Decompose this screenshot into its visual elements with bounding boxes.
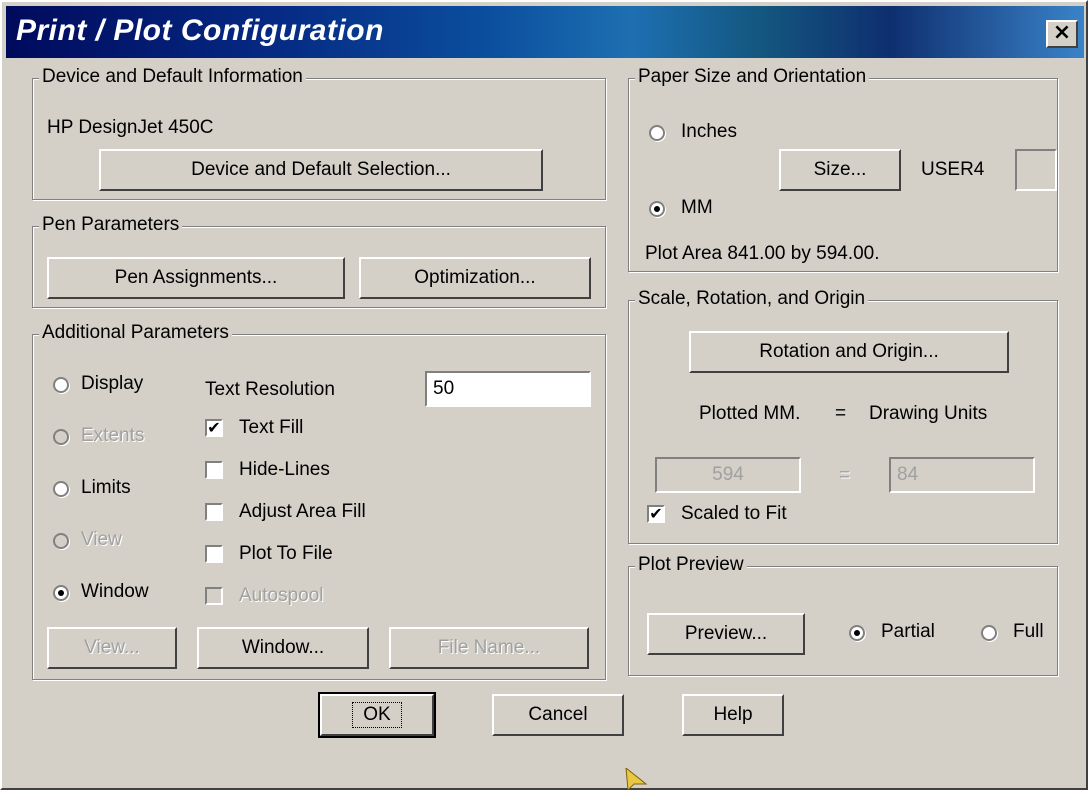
device-group-label: Device and Default Information	[39, 66, 306, 88]
paper-group-label: Paper Size and Orientation	[635, 66, 870, 88]
drawing-units-input	[889, 457, 1035, 493]
checkbox-plot-to-file[interactable]	[205, 545, 223, 563]
radio-dot-icon	[654, 206, 660, 212]
checkbox-scaled-to-fit[interactable]: ✔	[647, 505, 665, 523]
text-resolution-input[interactable]	[425, 371, 591, 407]
view-button: View...	[47, 627, 177, 669]
checkbox-scaled-to-fit-label: Scaled to Fit	[681, 503, 787, 524]
checkbox-hide-lines[interactable]	[205, 461, 223, 479]
radio-display-label: Display	[81, 373, 144, 394]
print-plot-dialog: Print / Plot Configuration × Device and …	[0, 0, 1088, 790]
radio-mm-label: MM	[681, 197, 713, 218]
plot-area-text: Plot Area 841.00 by 594.00.	[645, 243, 880, 264]
scale-group: Scale, Rotation, and Origin Rotation and…	[628, 288, 1058, 544]
close-button[interactable]: ×	[1046, 20, 1078, 48]
checkbox-hide-lines-label: Hide-Lines	[239, 459, 330, 480]
help-button-label: Help	[713, 704, 753, 725]
window-button-label: Window...	[241, 637, 325, 658]
checkbox-plot-to-file-label: Plot To File	[239, 543, 333, 564]
radio-view	[53, 533, 69, 549]
optimization-button-label: Optimization...	[414, 267, 536, 288]
radio-full-label: Full	[1013, 621, 1044, 642]
paper-size-name: USER4	[921, 159, 985, 180]
radio-limits[interactable]	[53, 481, 69, 497]
device-selection-button[interactable]: Device and Default Selection...	[99, 149, 543, 191]
device-name: HP DesignJet 450C	[47, 117, 214, 138]
radio-window[interactable]	[53, 585, 69, 601]
checkbox-text-fill[interactable]: ✔	[205, 419, 223, 437]
scale-equals-sign: =	[839, 465, 851, 486]
preview-button-label: Preview...	[684, 623, 768, 644]
check-mark-icon: ✔	[207, 418, 221, 437]
cancel-button-label: Cancel	[528, 704, 588, 725]
text-resolution-label: Text Resolution	[205, 379, 335, 400]
size-button-label: Size...	[813, 159, 867, 180]
pen-assignments-button[interactable]: Pen Assignments...	[47, 257, 345, 299]
checkbox-autospool	[205, 587, 223, 605]
size-button[interactable]: Size...	[779, 149, 901, 191]
scale-group-label: Scale, Rotation, and Origin	[635, 288, 869, 310]
ok-button[interactable]: OK	[318, 692, 436, 738]
radio-window-label: Window	[81, 581, 149, 602]
device-selection-button-label: Device and Default Selection...	[191, 159, 451, 180]
plotted-units-label: Plotted MM.	[699, 403, 801, 424]
rotation-origin-button[interactable]: Rotation and Origin...	[689, 331, 1009, 373]
additional-group-label: Additional Parameters	[39, 322, 232, 344]
radio-extents	[53, 429, 69, 445]
radio-display[interactable]	[53, 377, 69, 393]
help-button[interactable]: Help	[682, 694, 784, 736]
units-equals-label: =	[835, 403, 847, 424]
radio-limits-label: Limits	[81, 477, 131, 498]
pen-assignments-button-label: Pen Assignments...	[114, 267, 278, 288]
check-mark-icon: ✔	[649, 504, 663, 523]
pen-group: Pen Parameters Pen Assignments... Optimi…	[32, 214, 606, 308]
paper-group: Paper Size and Orientation Inches Size..…	[628, 66, 1058, 272]
additional-group: Additional Parameters Display Extents Li…	[32, 322, 606, 680]
drawing-units-label: Drawing Units	[869, 403, 988, 424]
radio-dot-icon	[58, 590, 64, 596]
device-group: Device and Default Information HP Design…	[32, 66, 606, 200]
view-button-label: View...	[84, 637, 140, 658]
checkbox-text-fill-label: Text Fill	[239, 417, 304, 438]
cancel-button[interactable]: Cancel	[492, 694, 624, 736]
checkbox-adjust-area-fill-label: Adjust Area Fill	[239, 501, 366, 522]
radio-partial[interactable]	[849, 625, 865, 641]
plotted-mm-input	[655, 457, 801, 493]
checkbox-adjust-area-fill[interactable]	[205, 503, 223, 521]
radio-dot-icon	[854, 630, 860, 636]
file-name-button-label: File Name...	[437, 637, 541, 658]
window-button[interactable]: Window...	[197, 627, 369, 669]
checkbox-autospool-label: Autospool	[239, 585, 324, 606]
radio-full[interactable]	[981, 625, 997, 641]
pen-group-label: Pen Parameters	[39, 214, 183, 236]
file-name-button: File Name...	[389, 627, 589, 669]
radio-partial-label: Partial	[881, 621, 935, 642]
optimization-button[interactable]: Optimization...	[359, 257, 591, 299]
rotation-origin-button-label: Rotation and Origin...	[759, 341, 939, 362]
preview-button[interactable]: Preview...	[647, 613, 805, 655]
mouse-cursor-icon	[625, 768, 648, 790]
dialog-title: Print / Plot Configuration	[16, 14, 384, 47]
close-icon: ×	[1052, 20, 1072, 45]
radio-mm[interactable]	[649, 201, 665, 217]
ok-button-label: OK	[352, 702, 402, 728]
preview-group: Plot Preview Preview... Partial Full	[628, 554, 1058, 676]
radio-view-label: View	[81, 529, 122, 550]
radio-extents-label: Extents	[81, 425, 145, 446]
radio-inches[interactable]	[649, 125, 665, 141]
title-bar[interactable]: Print / Plot Configuration ×	[6, 6, 1084, 58]
preview-group-label: Plot Preview	[635, 554, 747, 576]
radio-inches-label: Inches	[681, 121, 737, 142]
paper-orientation-preview	[1015, 149, 1057, 191]
